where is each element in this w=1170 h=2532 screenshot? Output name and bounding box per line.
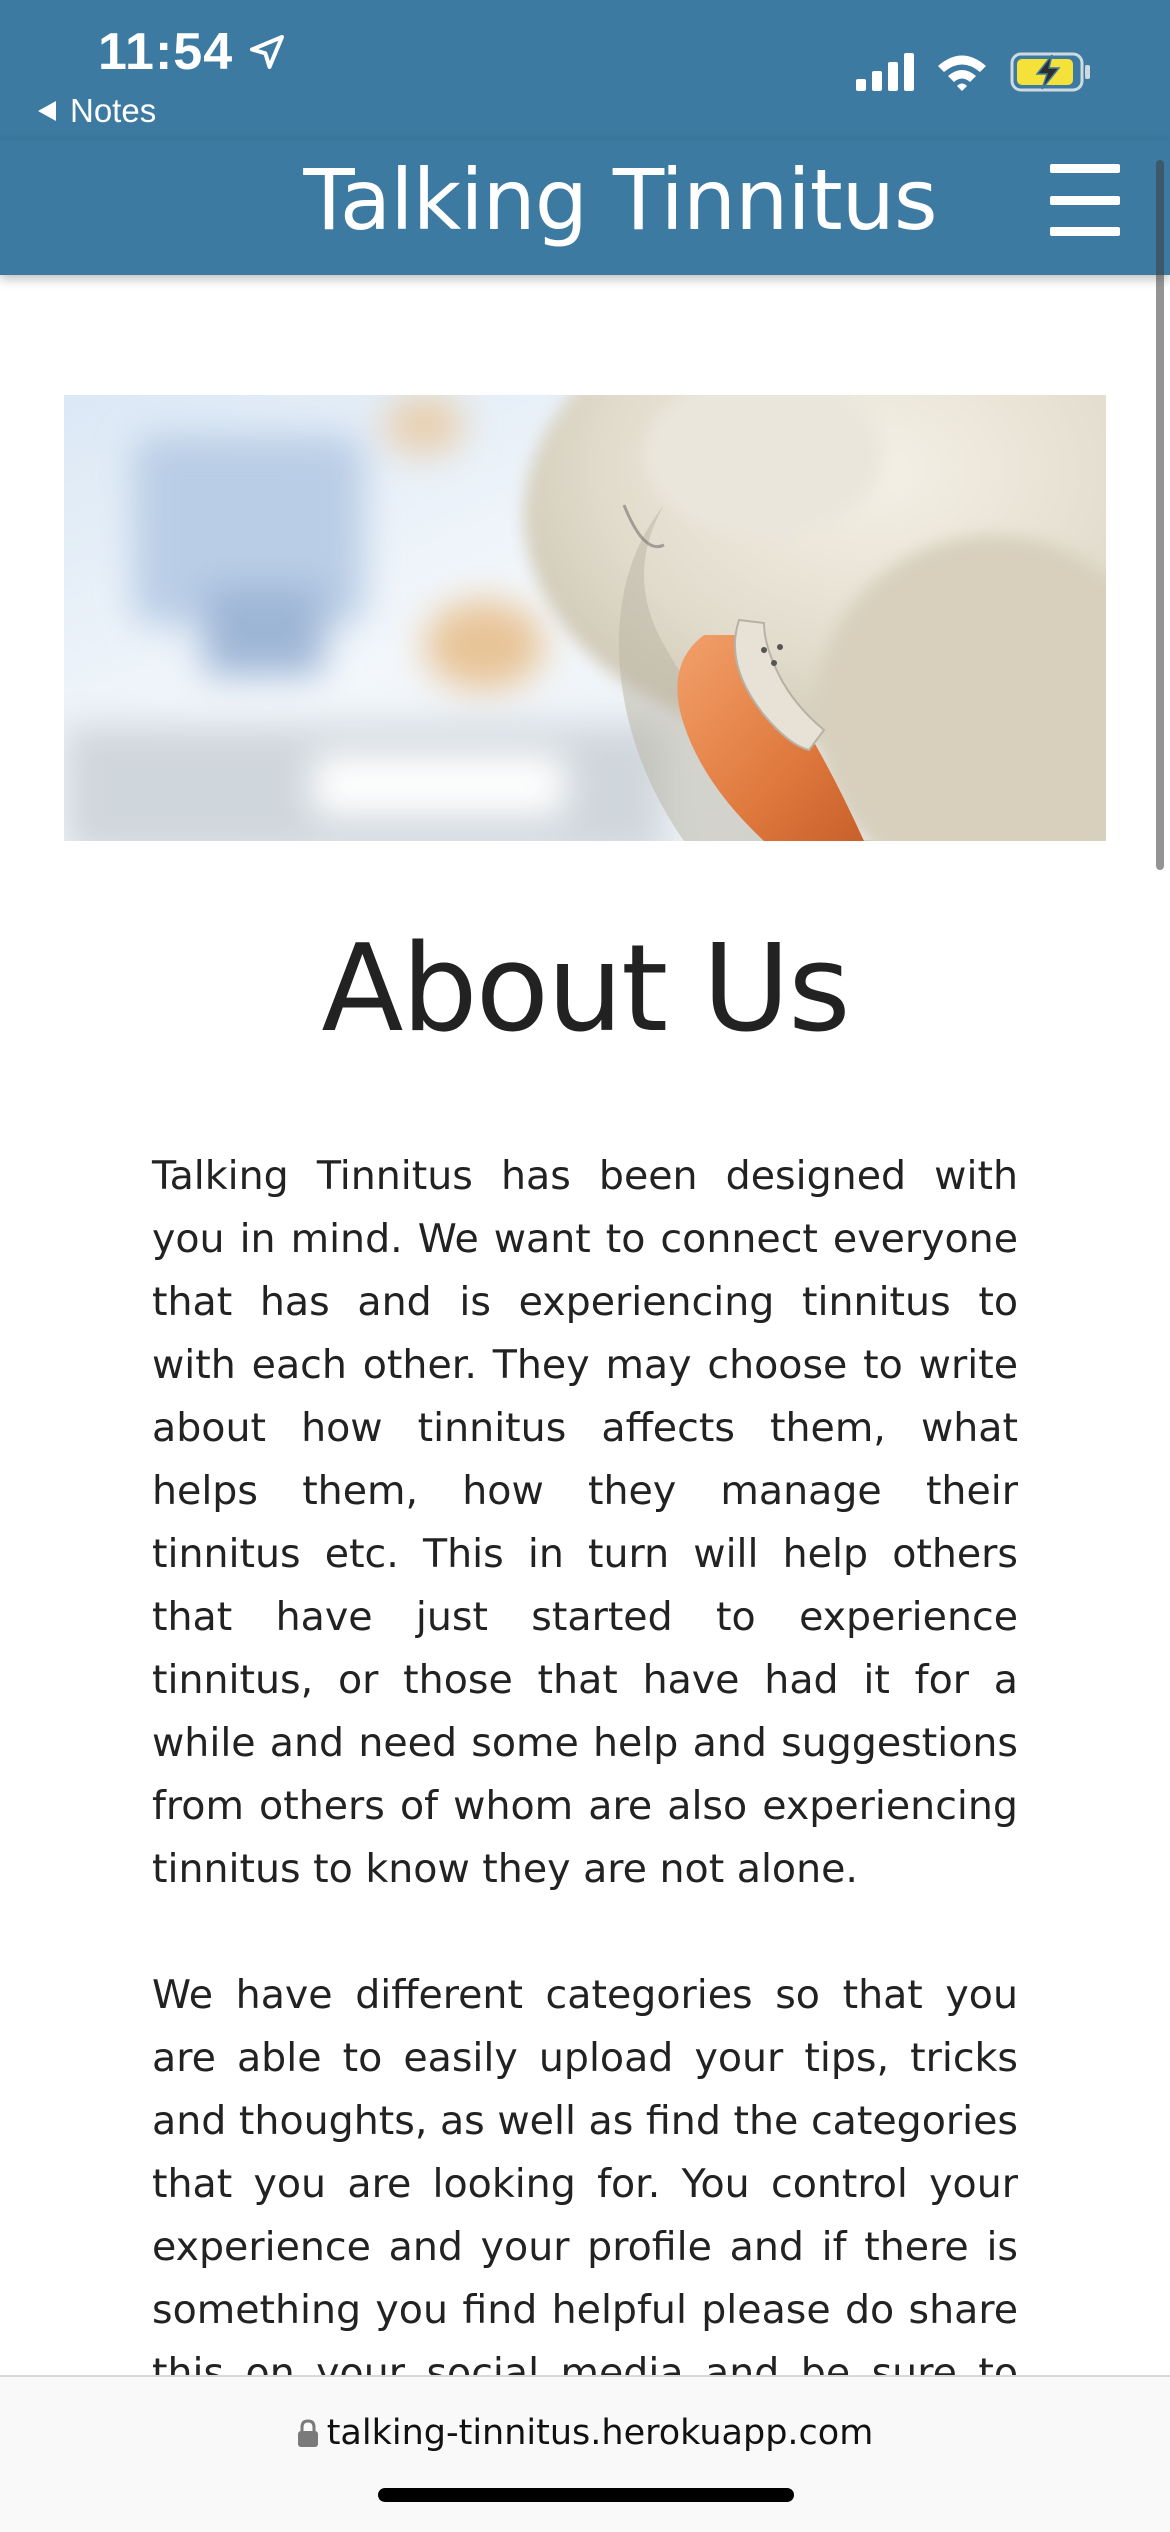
wifi-icon — [938, 55, 986, 91]
hamburger-bar — [1050, 164, 1120, 173]
url-text[interactable]: talking-tinnitus.herokuapp.com — [327, 2413, 874, 2453]
hamburger-bar — [1050, 227, 1120, 236]
status-time-text: 11:54 — [98, 23, 234, 81]
back-triangle-icon — [38, 101, 56, 121]
back-to-notes-button[interactable]: Notes — [36, 92, 156, 130]
site-header: Talking Tinnitus — [0, 140, 1170, 275]
status-time: 11:54 — [98, 22, 287, 82]
hamburger-bar — [1050, 195, 1120, 205]
lock-icon — [297, 2419, 318, 2447]
location-arrow-icon — [250, 35, 285, 69]
screen: 11:54 Notes Talking Tinnitus About Us Ta… — [0, 0, 1170, 2532]
hero-image-illustration — [64, 395, 1106, 841]
hero-image — [64, 395, 1106, 841]
about-paragraph: Talking Tinnitus has been designed with … — [152, 1153, 1018, 1892]
home-indicator[interactable] — [378, 2488, 794, 2502]
page-scrollbar[interactable] — [1156, 160, 1164, 870]
page-title: About Us — [321, 920, 850, 1059]
back-app-label: Notes — [70, 92, 157, 129]
cellular-signal-icon — [856, 53, 914, 91]
url-row[interactable]: talking-tinnitus.herokuapp.com — [0, 2413, 1170, 2453]
hamburger-menu-icon[interactable] — [1050, 160, 1120, 240]
status-icons — [856, 52, 1092, 92]
about-content: Talking Tinnitus has been designed with … — [152, 1145, 1018, 2531]
battery-charging-icon — [1010, 52, 1090, 92]
status-bar: 11:54 Notes — [0, 0, 1170, 140]
site-title[interactable]: Talking Tinnitus — [0, 140, 1170, 260]
browser-url-bar[interactable]: talking-tinnitus.herokuapp.com — [0, 2375, 1170, 2532]
